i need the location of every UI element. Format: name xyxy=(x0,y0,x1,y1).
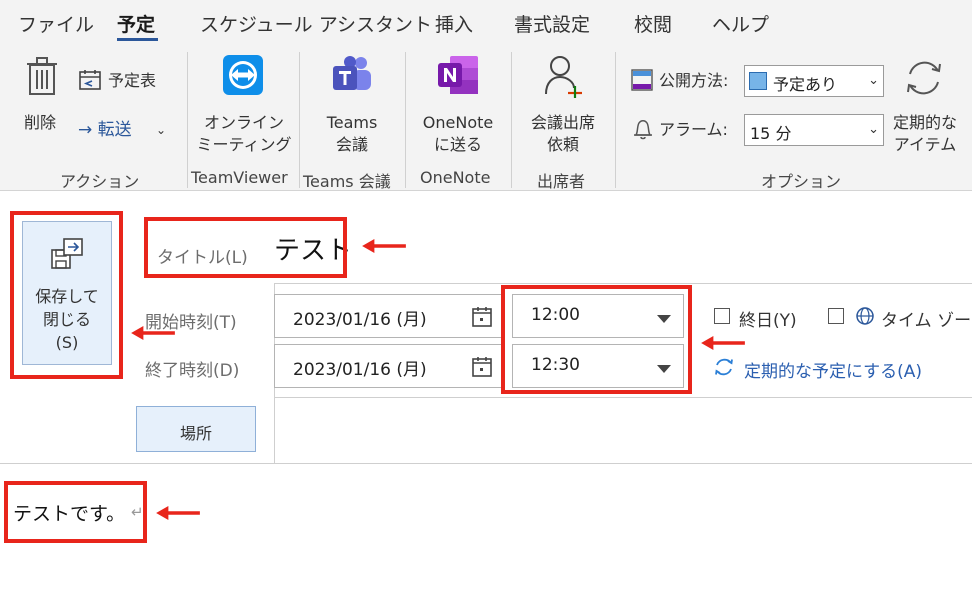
show-as-dropdown[interactable]: 予定あり ⌄ xyxy=(744,65,884,97)
group-label-teams: Teams 会議 xyxy=(303,172,391,191)
divider xyxy=(274,397,972,398)
forward-button[interactable]: → 転送 ⌄ xyxy=(76,116,176,144)
recurrence-icon[interactable] xyxy=(713,356,735,378)
end-date-value: 2023/01/16 (月) xyxy=(293,360,427,380)
make-recurring-link[interactable]: 定期的な予定にする(A) xyxy=(744,357,922,382)
teamviewer-icon xyxy=(223,55,263,95)
delete-label: 削除 xyxy=(24,113,57,132)
calendar-icon xyxy=(79,70,101,90)
calendar-button[interactable]: 予定表 xyxy=(76,68,176,96)
tab-scheduling-assistant[interactable]: スケジュール アシスタント xyxy=(200,10,432,37)
calendar-icon[interactable] xyxy=(471,306,493,328)
add-person-icon xyxy=(545,56,582,98)
annotation-arrow-icon xyxy=(701,336,745,350)
reminder-dropdown[interactable]: 15 分 ⌄ xyxy=(744,114,884,146)
forward-label: → 転送 xyxy=(78,120,132,140)
group-separator xyxy=(511,52,512,188)
start-date-value: 2023/01/16 (月) xyxy=(293,310,427,330)
invite-attendees-button[interactable]: 会議出席 依頼 xyxy=(516,50,610,154)
tab-review[interactable]: 校閲 xyxy=(634,10,672,37)
annotation-arrow-icon xyxy=(362,239,406,253)
chevron-down-icon: ⌄ xyxy=(868,122,879,137)
show-as-value: 予定あり xyxy=(773,75,838,94)
group-label-onenote: OneNote xyxy=(420,168,491,187)
all-day-checkbox[interactable] xyxy=(714,308,730,324)
annotation-arrow-icon xyxy=(131,326,175,340)
tab-insert[interactable]: 挿入 xyxy=(435,10,473,37)
recurrence-label-1: 定期的な xyxy=(892,113,957,132)
chevron-down-icon: ⌄ xyxy=(868,73,879,88)
show-as-icon xyxy=(631,69,653,91)
calendar-label: 予定表 xyxy=(108,71,157,90)
teams-icon xyxy=(333,56,371,90)
group-separator xyxy=(299,52,300,188)
group-label-options: オプション xyxy=(761,172,842,191)
annotation-arrow-icon xyxy=(156,506,200,520)
globe-icon xyxy=(856,307,874,325)
show-as-label: 公開方法: xyxy=(659,71,729,90)
group-label-attendees: 出席者 xyxy=(537,172,586,191)
group-label-teamviewer: TeamViewer xyxy=(191,168,288,187)
group-separator xyxy=(405,52,406,188)
onenote-label-2: に送る xyxy=(433,135,482,154)
send-to-onenote-button[interactable]: OneNote に送る xyxy=(410,50,506,154)
tab-help[interactable]: ヘルプ xyxy=(712,10,769,37)
tab-appointment[interactable]: 予定 xyxy=(117,10,155,37)
location-button[interactable]: 場所 xyxy=(136,406,256,452)
tab-format-text[interactable]: 書式設定 xyxy=(514,10,590,37)
chevron-down-icon: ⌄ xyxy=(156,123,167,137)
group-label-action: アクション xyxy=(60,172,140,191)
teams-meeting-button[interactable]: Teams 会議 xyxy=(303,50,401,154)
group-separator xyxy=(615,52,616,188)
teamviewer-meeting-button[interactable]: オンライン ミーティング xyxy=(192,50,296,154)
divider xyxy=(0,463,972,464)
delete-button[interactable]: 削除 xyxy=(14,50,72,144)
recurrence-label-2: アイテム xyxy=(893,135,957,154)
reminder-value: 15 分 xyxy=(750,124,792,143)
annotation-box-save xyxy=(10,211,123,379)
annotation-box-title xyxy=(144,217,347,278)
time-zone-label[interactable]: タイム ゾーン xyxy=(881,306,972,331)
teamviewer-label-1: オンライン xyxy=(203,113,284,132)
teamviewer-label-2: ミーティング xyxy=(196,135,292,154)
group-separator xyxy=(187,52,188,188)
busy-swatch-icon xyxy=(749,72,767,90)
end-time-label: 終了時刻(D) xyxy=(145,361,240,381)
attendees-label-2: 依頼 xyxy=(546,135,579,154)
attendees-label-1: 会議出席 xyxy=(530,113,595,132)
time-zone-checkbox[interactable] xyxy=(828,308,844,324)
recurrence-icon xyxy=(907,61,941,95)
trash-icon xyxy=(27,57,57,95)
tab-file[interactable]: ファイル xyxy=(18,10,94,37)
menu-tab-bar: ファイル 予定 スケジュール アシスタント 挿入 書式設定 校閲 ヘルプ xyxy=(0,0,972,44)
annotation-box-body xyxy=(4,481,147,543)
location-label: 場所 xyxy=(179,424,212,443)
divider xyxy=(274,283,972,284)
reminder-label: アラーム: xyxy=(659,120,728,139)
onenote-label-1: OneNote xyxy=(422,113,494,132)
start-date-picker[interactable]: 2023/01/16 (月) xyxy=(274,294,502,338)
calendar-icon[interactable] xyxy=(471,356,493,378)
bell-icon xyxy=(634,120,652,140)
onenote-icon xyxy=(438,56,478,94)
teams-label-1: Teams xyxy=(326,113,378,132)
teams-label-2: 会議 xyxy=(335,135,368,154)
end-date-picker[interactable]: 2023/01/16 (月) xyxy=(274,344,502,388)
annotation-box-time xyxy=(501,285,692,394)
recurrence-button[interactable]: 定期的な アイテム xyxy=(888,50,962,154)
ribbon: 削除 予定表 → 転送 ⌄ アクション オンライン ミーティング TeamVie… xyxy=(0,44,972,191)
active-tab-indicator xyxy=(117,38,158,41)
all-day-label: 終日(Y) xyxy=(739,311,797,331)
